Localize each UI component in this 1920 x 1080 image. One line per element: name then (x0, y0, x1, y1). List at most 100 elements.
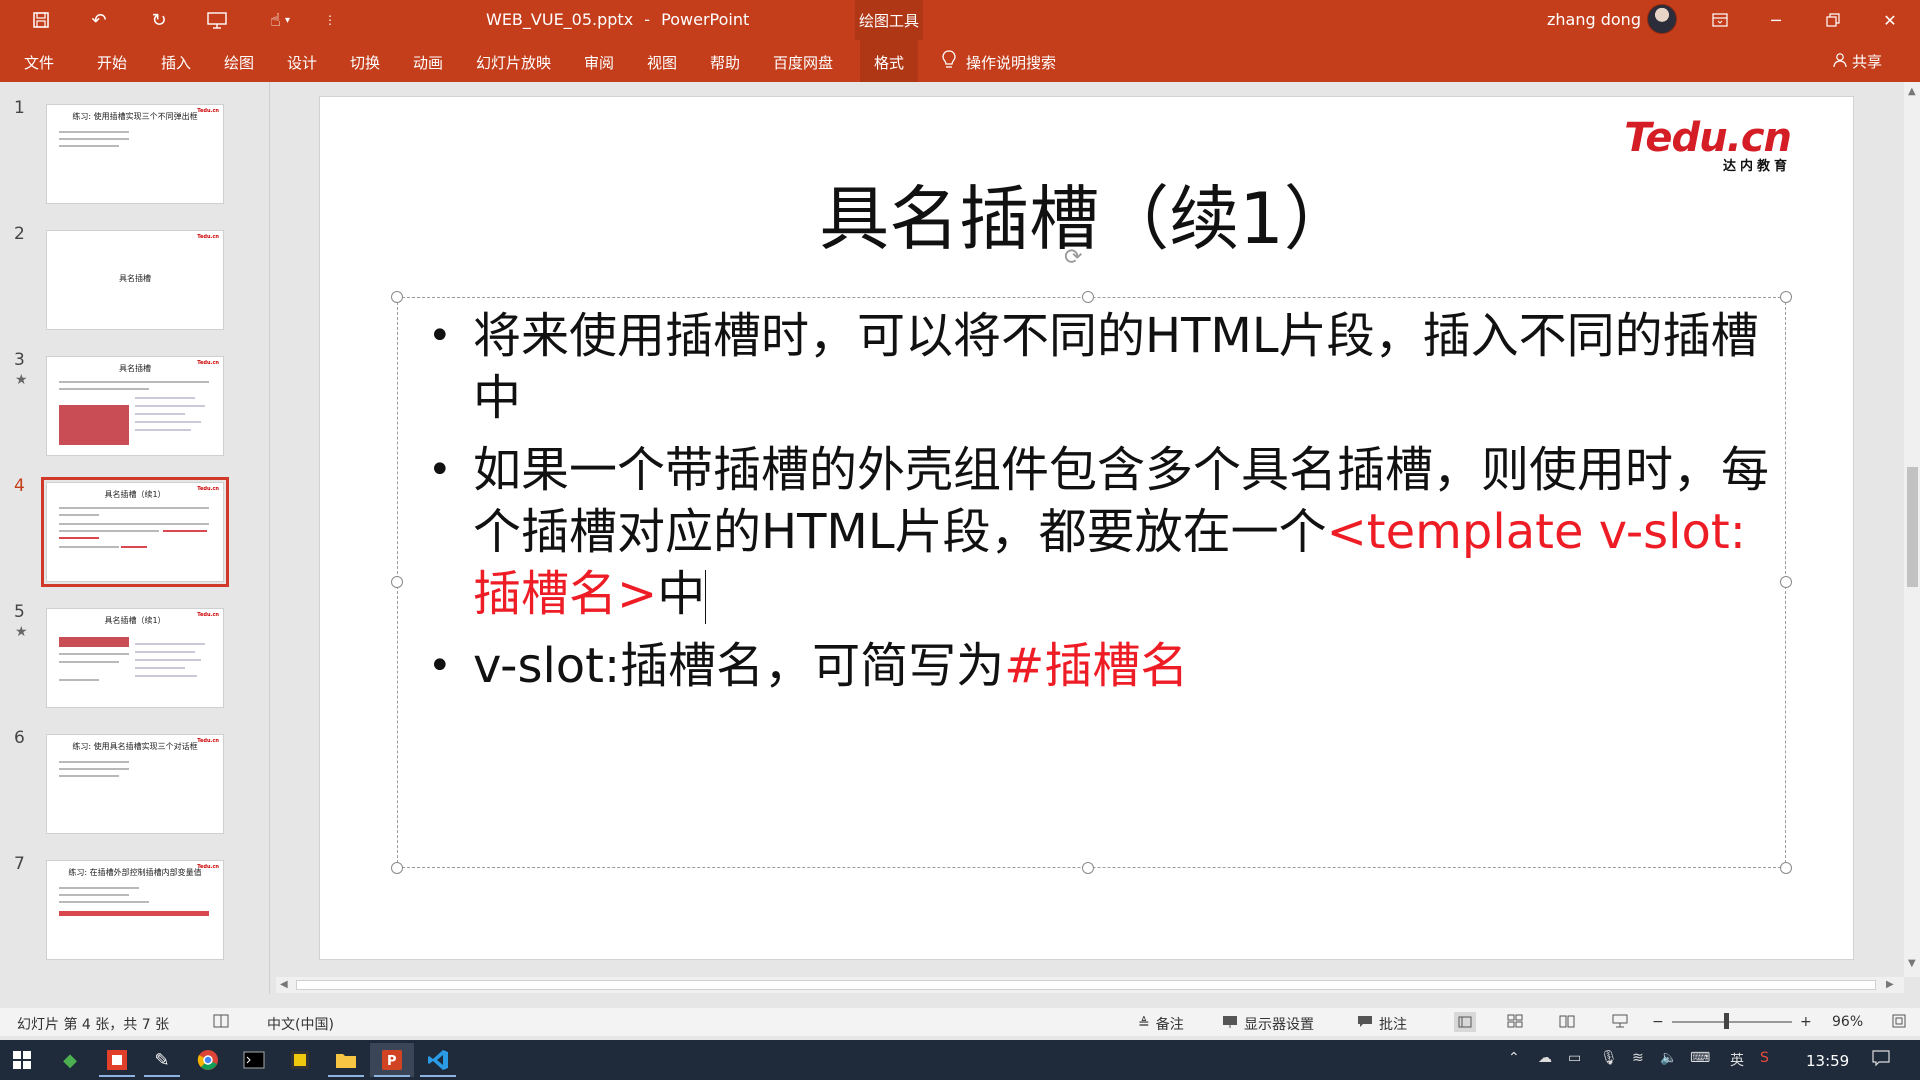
start-from-beginning-icon[interactable] (202, 8, 232, 32)
slide-title[interactable]: 具名插槽（续1） (320, 163, 1853, 264)
slideshow-view-icon[interactable] (1612, 1014, 1628, 1028)
zoom-in-icon[interactable]: + (1800, 1014, 1812, 1030)
powerpoint-icon[interactable]: P (370, 1043, 414, 1077)
tab-format[interactable]: 格式 (860, 40, 919, 82)
thumbnail-title: 具名插槽（续1） (104, 490, 166, 499)
tab-insert[interactable]: 插入 (161, 52, 191, 73)
tab-transitions[interactable]: 切换 (350, 52, 380, 73)
spelling-check-icon[interactable] (213, 1014, 229, 1028)
zoom-out-icon[interactable]: − (1652, 1014, 1664, 1030)
tedu-logo: Tedu.cn 达内教育 (1624, 115, 1815, 174)
tab-draw[interactable]: 绘图 (224, 52, 254, 73)
slide-sorter-view-icon[interactable] (1507, 1014, 1523, 1028)
app-editor-icon[interactable]: ✎ (140, 1043, 184, 1077)
resize-handle[interactable] (1082, 862, 1094, 874)
slide-thumbnail-1[interactable]: Tedu.cn 练习: 使用插槽实现三个不同弹出框 (46, 104, 224, 204)
redo-icon[interactable]: ↻ (144, 8, 174, 32)
resize-handle[interactable] (1780, 291, 1792, 303)
language-indicator[interactable]: 中文(中国) (267, 1014, 334, 1034)
slide-thumbnail-3[interactable]: Tedu.cn 具名插槽 (46, 356, 224, 456)
keyboard-icon[interactable]: ⌨ (1690, 1050, 1710, 1066)
bullet-item[interactable]: 如果一个带插槽的外壳组件包含多个具名插槽，则使用时，每个插槽对应的HTML片段，… (428, 439, 1778, 625)
scroll-up-icon[interactable]: ▲ (1908, 86, 1916, 97)
slide-thumbnail-6[interactable]: Tedu.cn 练习: 使用具名插槽实现三个对话框 (46, 734, 224, 834)
undo-icon[interactable]: ↶ (84, 8, 114, 32)
tab-animations[interactable]: 动画 (413, 52, 443, 73)
vscode-icon[interactable] (416, 1043, 460, 1077)
slide-canvas[interactable]: Tedu.cn 达内教育 具名插槽（续1） ⟳ 将来使用插槽时，可以将不同的HT… (320, 97, 1853, 959)
scroll-right-icon[interactable]: ▶ (1886, 979, 1894, 990)
normal-view-icon[interactable] (1454, 1012, 1476, 1032)
horizontal-scroll-thumb[interactable] (296, 980, 1876, 990)
slide-thumbnail-5[interactable]: Tedu.cn 具名插槽（续1） (46, 608, 224, 708)
tab-slideshow[interactable]: 幻灯片放映 (476, 52, 551, 73)
slide-thumbnail-7[interactable]: Tedu.cn 练习: 在插槽外部控制插槽内部变量值 (46, 860, 224, 960)
app-green-icon[interactable]: ◆ (48, 1043, 92, 1077)
avatar[interactable] (1647, 4, 1677, 34)
share-button[interactable]: 共享 (1832, 51, 1882, 72)
bullet-list[interactable]: 将来使用插槽时，可以将不同的HTML片段，插入不同的插槽中 如果一个带插槽的外壳… (428, 305, 1778, 707)
resize-handle[interactable] (1082, 291, 1094, 303)
save-icon[interactable] (26, 8, 56, 32)
tell-me-search[interactable]: 操作说明搜索 (942, 50, 1056, 74)
tray-overflow-icon[interactable]: ⌃ (1508, 1050, 1520, 1066)
touch-mode-icon[interactable]: ☝ ▾ (262, 8, 298, 32)
resize-handle[interactable] (1780, 576, 1792, 588)
rotate-handle-icon[interactable]: ⟳ (1064, 245, 1082, 270)
slide-thumbnail-2[interactable]: Tedu.cn 具名插槽 (46, 230, 224, 330)
bullet-item[interactable]: 将来使用插槽时，可以将不同的HTML片段，插入不同的插槽中 (428, 305, 1778, 429)
notes-button[interactable]: ≜ 备注 (1138, 1014, 1184, 1034)
chrome-icon[interactable] (186, 1043, 230, 1077)
tab-baidu-netdisk[interactable]: 百度网盘 (773, 52, 833, 73)
scroll-down-icon[interactable]: ▼ (1908, 958, 1916, 969)
network-icon[interactable]: ≋ (1632, 1050, 1644, 1066)
comments-button[interactable]: 批注 (1357, 1014, 1407, 1034)
zoom-slider[interactable] (1672, 1021, 1792, 1023)
notification-icon[interactable] (1872, 1050, 1890, 1070)
scroll-left-icon[interactable]: ◀ (280, 979, 288, 990)
tab-home[interactable]: 开始 (97, 52, 127, 73)
sticky-notes-icon[interactable] (278, 1043, 322, 1077)
tab-file[interactable]: 文件 (24, 52, 54, 73)
mic-icon[interactable]: 🎙 (1600, 1050, 1618, 1066)
tab-review[interactable]: 审阅 (584, 52, 614, 73)
volume-icon[interactable]: 🔈 (1660, 1050, 1677, 1066)
vertical-scrollbar[interactable]: ▲ ▼ (1904, 82, 1920, 977)
app-recorder-icon[interactable] (95, 1043, 139, 1077)
minimize-icon[interactable]: ─ (1756, 6, 1796, 34)
restore-icon[interactable] (1813, 6, 1853, 34)
window-title: WEB_VUE_05.pptx - PowerPoint (486, 10, 755, 29)
reading-view-icon[interactable] (1559, 1014, 1575, 1028)
zoom-slider-thumb[interactable] (1724, 1013, 1729, 1029)
resize-handle[interactable] (391, 862, 403, 874)
status-bar: 幻灯片 第 4 张，共 7 张 中文(中国) ≜ 备注 显示器设置 批注 − +… (0, 1008, 1920, 1036)
tray-cloud-icon[interactable]: ☁ (1538, 1050, 1552, 1066)
zoom-level[interactable]: 96% (1832, 1014, 1863, 1030)
slide-thumbnails-panel[interactable]: 1 Tedu.cn 练习: 使用插槽实现三个不同弹出框 2 Tedu.cn 具名… (0, 82, 270, 994)
resize-handle[interactable] (391, 576, 403, 588)
display-settings-button[interactable]: 显示器设置 (1222, 1014, 1314, 1034)
battery-icon[interactable]: ▭ (1568, 1050, 1581, 1066)
thumbnail-text-line (59, 661, 119, 663)
close-icon[interactable]: ✕ (1870, 6, 1910, 34)
tab-view[interactable]: 视图 (647, 52, 677, 73)
tab-help[interactable]: 帮助 (710, 52, 740, 73)
bullet-item[interactable]: v-slot:插槽名，可简写为#插槽名 (428, 635, 1778, 697)
sogou-icon[interactable]: S (1760, 1050, 1769, 1066)
ribbon-display-options-icon[interactable] (1700, 6, 1740, 34)
file-explorer-icon[interactable] (324, 1043, 368, 1077)
slide-thumbnail-4[interactable]: Tedu.cn 具名插槽（续1） (41, 477, 229, 587)
terminal-icon[interactable] (232, 1043, 276, 1077)
vertical-scroll-thumb[interactable] (1907, 467, 1918, 587)
customize-qat-icon[interactable]: ⋮ (320, 8, 340, 32)
thumbnail-red-text (163, 530, 207, 532)
user-name[interactable]: zhang dong (1547, 10, 1641, 29)
resize-handle[interactable] (1780, 862, 1792, 874)
tab-design[interactable]: 设计 (287, 52, 317, 73)
clock[interactable]: 13:59 (1806, 1052, 1849, 1070)
windows-start-icon[interactable] (0, 1043, 44, 1077)
fit-to-window-icon[interactable] (1892, 1014, 1906, 1028)
resize-handle[interactable] (391, 291, 403, 303)
input-method-icon[interactable]: 英 (1730, 1050, 1744, 1070)
horizontal-scrollbar[interactable]: ◀ ▶ (276, 977, 1904, 993)
